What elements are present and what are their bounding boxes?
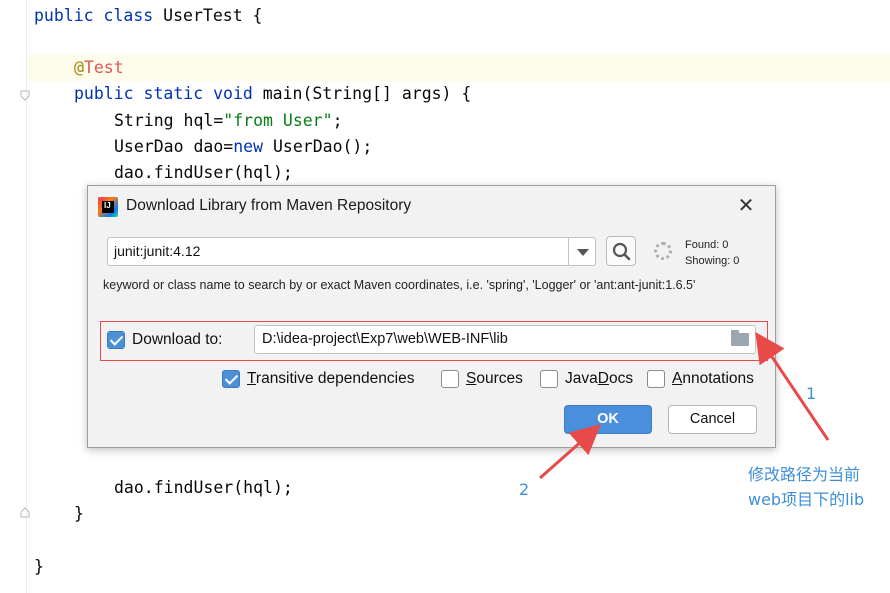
annotation-step-2: 2 xyxy=(519,480,530,499)
annotation-note-line1: 修改路径为当前 xyxy=(748,465,861,484)
arrow-to-path xyxy=(755,332,830,441)
arrow-to-ok xyxy=(539,424,601,480)
annotation-step-1: 1 xyxy=(806,384,817,403)
annotation-note-line2: web项目下的lib xyxy=(748,490,865,509)
